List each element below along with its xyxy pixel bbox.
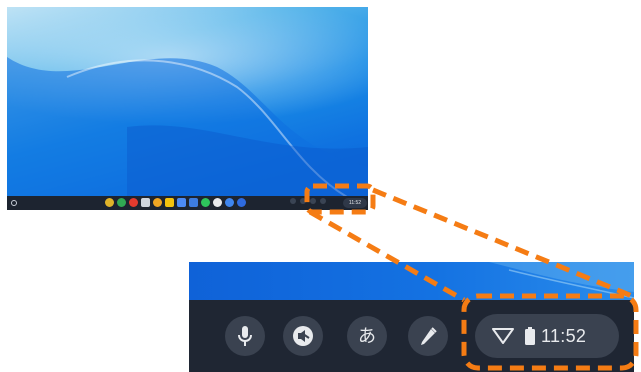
mini-microphone-icon[interactable] — [290, 198, 296, 204]
microphone-icon — [238, 326, 252, 346]
messages-icon[interactable] — [213, 198, 222, 207]
battery-icon — [525, 327, 535, 345]
chrome-icon[interactable] — [105, 198, 114, 207]
wifi-icon — [492, 328, 514, 344]
wallpaper-wave — [7, 57, 368, 210]
ime-button[interactable]: あ — [347, 316, 387, 356]
mini-status-area[interactable]: 11:52 — [343, 198, 367, 208]
zoomed-tray-panel: あ 11:52 — [189, 262, 634, 372]
select-to-speak-button[interactable] — [283, 316, 323, 356]
play-store-icon[interactable] — [117, 198, 126, 207]
zoomed-shelf: あ 11:52 — [189, 300, 634, 372]
microphone-button[interactable] — [225, 316, 265, 356]
youtube-icon[interactable] — [129, 198, 138, 207]
files-icon[interactable] — [189, 198, 198, 207]
meet-icon[interactable] — [225, 198, 234, 207]
launcher-circle-icon[interactable] — [11, 200, 17, 206]
chat-icon[interactable] — [237, 198, 246, 207]
zoomed-wallpaper-wave — [489, 262, 634, 299]
select-to-speak-icon — [293, 326, 313, 346]
photos-icon[interactable] — [153, 198, 162, 207]
mini-stylus-icon[interactable] — [320, 198, 326, 204]
mini-clock: 11:52 — [348, 200, 362, 206]
status-area[interactable]: 11:52 — [475, 314, 619, 358]
ime-label: あ — [358, 326, 376, 346]
docs-icon[interactable] — [177, 198, 186, 207]
keep-icon[interactable] — [165, 198, 174, 207]
desktop-thumbnail: 11:52 — [7, 7, 368, 210]
mini-tray-buttons — [290, 198, 326, 204]
clock: 11:52 — [541, 325, 587, 346]
camera-icon[interactable] — [141, 198, 150, 207]
mini-select-to-speak-icon[interactable] — [300, 198, 306, 204]
shelf: 11:52 — [7, 196, 368, 210]
spotify-icon[interactable] — [201, 198, 210, 207]
shelf-apps — [105, 198, 246, 208]
stylus-button[interactable] — [408, 316, 448, 356]
mini-ime-icon[interactable] — [310, 198, 316, 204]
stylus-pen-icon — [421, 327, 437, 345]
